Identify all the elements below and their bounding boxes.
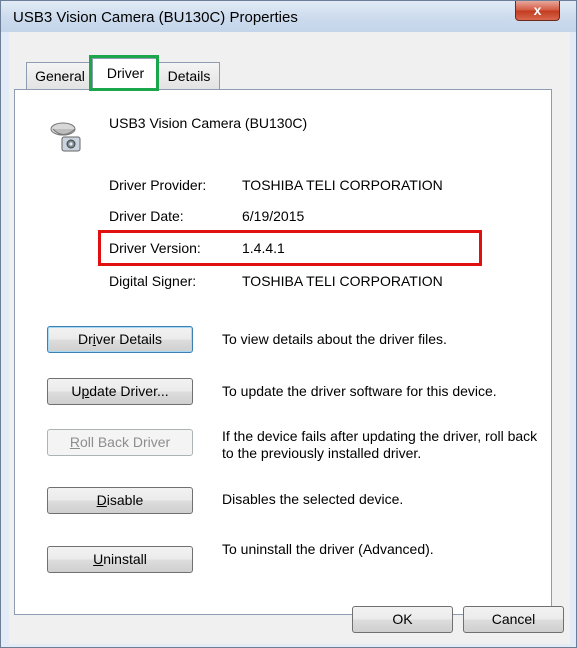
driver-details-button[interactable]: Driver Details [47,326,193,353]
tab-highlight-annotation [89,55,159,91]
title-bar[interactable]: USB3 Vision Camera (BU130C) Properties x [1,1,576,32]
cancel-button[interactable]: Cancel [463,606,564,633]
device-name: USB3 Vision Camera (BU130C) [109,115,308,131]
version-highlight-annotation [98,230,482,266]
close-button[interactable]: x [515,1,560,21]
uninstall-button[interactable]: Uninstall [47,546,193,573]
driver-date-value: 6/19/2015 [242,208,305,224]
ok-button[interactable]: OK [352,606,453,633]
driver-provider-value: TOSHIBA TELI CORPORATION [242,177,443,193]
update-driver-button[interactable]: Update Driver... [47,378,193,405]
driver-provider-label: Driver Provider: [109,177,207,193]
tab-general[interactable]: General [26,62,94,90]
tab-details[interactable]: Details [158,62,220,90]
driver-details-description: To view details about the driver files. [222,331,447,347]
update-driver-description: To update the driver software for this d… [222,383,497,399]
roll-back-driver-description: If the device fails after updating the d… [222,428,538,461]
tab-general-label: General [35,68,85,84]
camera-icon [50,122,81,152]
uninstall-description: To uninstall the driver (Advanced). [222,541,434,557]
roll-back-driver-button[interactable]: Roll Back Driver [47,429,193,456]
driver-date-label: Driver Date: [109,208,184,224]
digital-signer-label: Digital Signer: [109,273,197,289]
window-title: USB3 Vision Camera (BU130C) Properties [13,9,298,26]
disable-description: Disables the selected device. [222,491,404,507]
disable-button[interactable]: Disable [47,487,193,514]
close-icon: x [533,2,542,18]
digital-signer-value: TOSHIBA TELI CORPORATION [242,273,443,289]
tab-details-label: Details [167,68,211,84]
properties-window: USB3 Vision Camera (BU130C) Properties x… [0,0,577,648]
